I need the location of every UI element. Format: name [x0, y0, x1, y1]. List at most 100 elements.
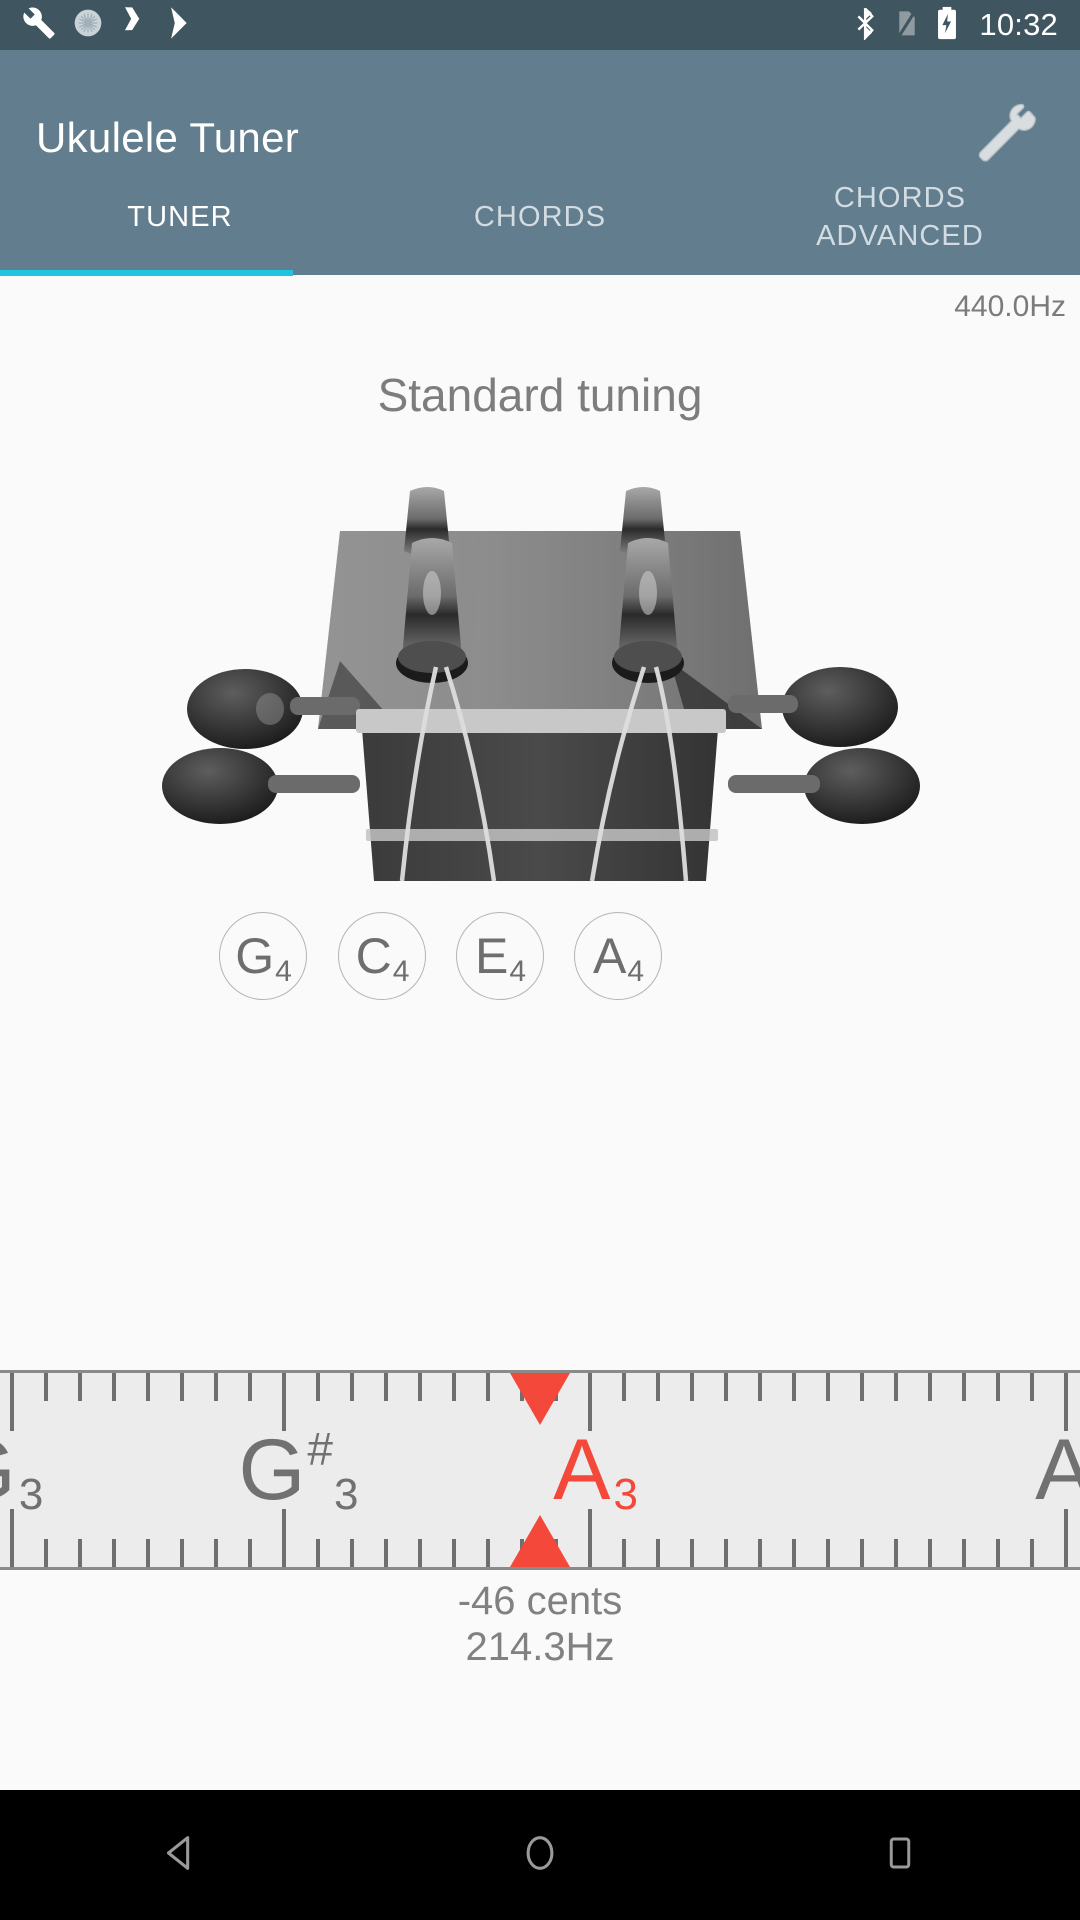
nav-back-button[interactable] [105, 1790, 255, 1920]
gauge-tick [248, 1539, 252, 1567]
nav-recents-button[interactable] [825, 1790, 975, 1920]
gauge-tick [44, 1539, 48, 1567]
play-store-icon [166, 6, 196, 45]
gauge-tick [724, 1373, 728, 1401]
gauge-tick [826, 1539, 830, 1567]
gauge-tick [656, 1539, 660, 1567]
gauge-tick [894, 1373, 898, 1401]
gauge-tick [180, 1373, 184, 1401]
status-bar-clock: 10:32 [979, 7, 1058, 42]
no-sim-icon [893, 6, 921, 45]
gauge-tick [486, 1373, 490, 1401]
gauge-tick [452, 1373, 456, 1401]
gauge-tick [316, 1539, 320, 1567]
string-note-4-label: A4 [592, 928, 645, 988]
tab-chords[interactable]: CHORDS [360, 160, 720, 275]
gauge-tick [248, 1373, 252, 1401]
string-note-1[interactable]: G4 [219, 912, 307, 1000]
sun-brightness-icon [72, 7, 104, 44]
reference-frequency-label[interactable]: 440.0Hz [954, 290, 1066, 324]
gauge-note-a3-current: A3 [553, 1422, 638, 1519]
gauge-tick [1030, 1373, 1034, 1401]
gauge-tick [792, 1373, 796, 1401]
vlc-icon [120, 6, 150, 45]
cents-value: -46 cents [457, 1579, 623, 1623]
tab-tuner[interactable]: TUNER [0, 160, 360, 275]
gauge-tick [962, 1539, 966, 1567]
gauge-tick [860, 1539, 864, 1567]
gauge-tick [350, 1539, 354, 1567]
tuning-name-label[interactable]: Standard tuning [0, 368, 1080, 422]
string-note-3-label: E4 [474, 928, 527, 988]
gauge-tick [962, 1373, 966, 1401]
gauge-tick [146, 1539, 150, 1567]
string-note-2-label: C4 [355, 928, 410, 988]
gauge-note-gsharp3: G #3 [238, 1422, 359, 1519]
gauge-tick [894, 1539, 898, 1567]
gauge-tick [44, 1373, 48, 1401]
home-circle-icon [517, 1830, 563, 1881]
android-nav-bar [0, 1790, 1080, 1920]
tuner-content: 440.0Hz Standard tuning G 4 C 4 E 4 A 4 … [0, 276, 1080, 1790]
string-note-3[interactable]: E4 [456, 912, 544, 1000]
gauge-tick [656, 1373, 660, 1401]
gauge-tick [1030, 1539, 1034, 1567]
gauge-tick [758, 1539, 762, 1567]
gauge-tick [146, 1373, 150, 1401]
gauge-tick [214, 1539, 218, 1567]
gauge-tick [282, 1509, 286, 1567]
status-bar: 10:32 [0, 0, 1080, 50]
gauge-pointer-bottom-icon [510, 1515, 570, 1567]
gauge-tick [112, 1539, 116, 1567]
recents-square-icon [879, 1832, 921, 1879]
gauge-tick [690, 1373, 694, 1401]
gauge-tick [418, 1539, 422, 1567]
gauge-tick [1064, 1373, 1068, 1431]
gauge-tick [690, 1539, 694, 1567]
gauge-tick [588, 1373, 592, 1431]
gauge-tick [418, 1373, 422, 1401]
bluetooth-icon [851, 6, 879, 45]
gauge-tick [350, 1373, 354, 1401]
gauge-tick [860, 1373, 864, 1401]
gauge-tick [180, 1539, 184, 1567]
gauge-tick [724, 1539, 728, 1567]
string-note-2[interactable]: C4 [338, 912, 426, 1000]
gauge-tick [1064, 1509, 1068, 1567]
app-title: Ukulele Tuner [36, 113, 300, 161]
tuner-gauge[interactable]: G3 G#3 A3 A [0, 1370, 1080, 1570]
gauge-tick [214, 1373, 218, 1401]
gauge-pointer-top-icon [510, 1373, 570, 1425]
tab-active-indicator [0, 270, 293, 276]
battery-charging-icon [935, 6, 959, 45]
gauge-tick [826, 1373, 830, 1401]
gauge-tick [452, 1539, 456, 1567]
gauge-tick [588, 1509, 592, 1567]
back-triangle-icon [157, 1830, 203, 1881]
gauge-tick [622, 1373, 626, 1401]
gauge-tick [928, 1373, 932, 1401]
nav-home-button[interactable] [465, 1790, 615, 1920]
gauge-tick [996, 1373, 1000, 1401]
gauge-tick [758, 1373, 762, 1401]
frequency-value: 214.3Hz [465, 1625, 615, 1670]
gauge-tick [996, 1539, 1000, 1567]
tab-strip: TUNER CHORDS CHORDS ADVANCED [0, 160, 1080, 275]
wrench-icon [22, 6, 56, 45]
gauge-tick [10, 1373, 14, 1431]
gauge-note-a: A [1035, 1427, 1080, 1513]
gauge-tick [928, 1539, 932, 1567]
string-note-4[interactable]: A4 [574, 912, 662, 1000]
tuner-readout: -46 cents 214.3Hz [0, 1578, 1080, 1671]
string-note-1-label: G4 [235, 928, 292, 988]
gauge-tick [316, 1373, 320, 1401]
status-bar-right-icons: 10:32 [851, 6, 1058, 45]
gauge-tick [384, 1539, 388, 1567]
gauge-tick [486, 1539, 490, 1567]
status-bar-left-icons [22, 6, 196, 45]
tab-chords-advanced[interactable]: CHORDS ADVANCED [720, 160, 1080, 275]
tab-tuner-label: TUNER [127, 200, 233, 233]
gauge-tick [112, 1373, 116, 1401]
tab-chords-label: CHORDS [473, 200, 607, 233]
tab-chords-advanced-label: CHORDS ADVANCED [816, 182, 984, 252]
